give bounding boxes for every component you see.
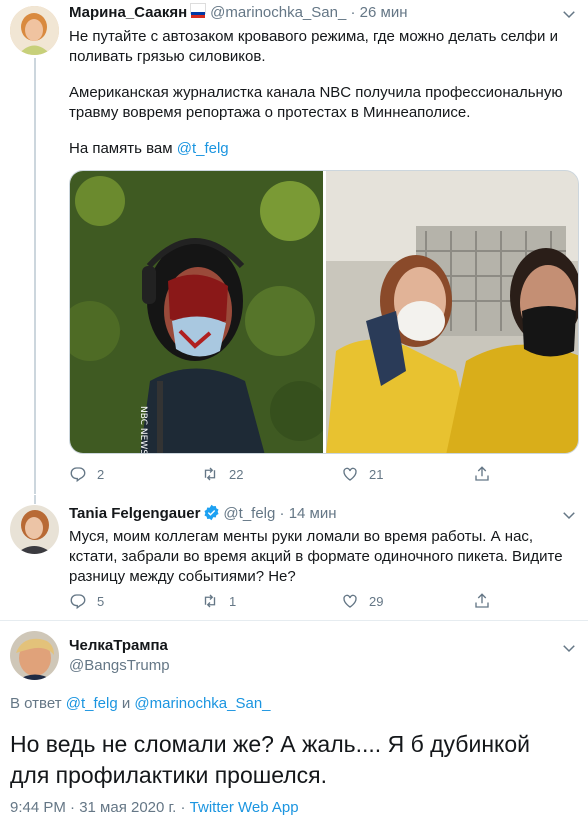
separator-dot: ·: [350, 4, 356, 21]
like-count: 21: [369, 466, 384, 482]
avatar-tania[interactable]: [10, 505, 59, 554]
russia-flag-icon: [190, 3, 207, 18]
like-icon: [343, 467, 357, 481]
photo-selfie-van[interactable]: [326, 171, 578, 453]
like-count: 29: [369, 593, 384, 609]
verified-icon: [203, 504, 220, 521]
retweet-button[interactable]: 22: [201, 465, 243, 483]
avatar-bangstrump[interactable]: [10, 631, 59, 680]
tweet-text-para3: На память вам @t_felg: [69, 139, 569, 159]
avatar-marina[interactable]: [10, 6, 59, 55]
author-name[interactable]: Tania Felgengauer: [69, 505, 200, 522]
reply-count: 5: [97, 593, 105, 609]
like-icon: [343, 594, 357, 608]
retweet-count: 1: [229, 593, 237, 609]
chevron-down-icon[interactable]: [560, 5, 578, 23]
author-handle[interactable]: @marinochka_San_: [210, 4, 346, 21]
author-handle[interactable]: @t_felg: [223, 505, 275, 522]
author-name[interactable]: ЧелкаТрампа: [69, 636, 168, 656]
media-grid: NBC NEWS: [69, 170, 579, 454]
tweet-bangstrump: ЧелкаТрампа @BangsTrump В ответ @t_felg …: [0, 621, 588, 824]
tweet-time[interactable]: 26 мин: [360, 4, 408, 21]
reply-icon: [70, 467, 86, 483]
like-button[interactable]: 21: [341, 465, 383, 483]
share-icon: [475, 593, 489, 608]
reply-mention-marinochka[interactable]: @marinochka_San_: [134, 695, 270, 712]
retweet-icon: [204, 467, 216, 481]
thread-line-top: [34, 495, 36, 504]
retweet-count: 22: [229, 466, 244, 482]
tweet-text-para2: Американская журналистка канала NBC полу…: [69, 84, 563, 121]
tweet-header: Марина_Саакян @marinochka_San_ · 26 мин: [69, 3, 407, 23]
retweet-button[interactable]: 1: [201, 592, 236, 610]
reply-and: и: [117, 695, 135, 712]
tweet-marina[interactable]: Марина_Саакян @marinochka_San_ · 26 мин Н…: [0, 0, 588, 495]
reply-button[interactable]: 2: [69, 465, 104, 483]
tweet-text-para1: Не путайте с автозаком кровавого режима,…: [69, 28, 558, 65]
separator-dot: ·: [279, 505, 285, 522]
tweet-main-text: Но ведь не сломали же? А жаль.... Я б ду…: [10, 731, 530, 788]
share-button[interactable]: [473, 465, 501, 483]
share-button[interactable]: [473, 592, 501, 610]
author-name[interactable]: Марина_Саакян: [69, 4, 187, 21]
tweet-timestamp-line: 9:44 PM · 31 мая 2020 г. · Twitter Web A…: [10, 798, 299, 818]
reply-context: В ответ @t_felg и @marinochka_San_: [10, 694, 271, 714]
like-button[interactable]: 29: [341, 592, 383, 610]
chevron-down-icon[interactable]: [560, 506, 578, 524]
tweet-header: Tania Felgengauer @t_felg · 14 мин: [69, 504, 337, 524]
author-handle[interactable]: @BangsTrump: [69, 656, 170, 676]
retweet-icon: [204, 594, 216, 608]
tweet-time[interactable]: 14 мин: [289, 505, 337, 522]
nbc-badge: NBC NEWS: [138, 406, 148, 454]
tweet-source[interactable]: Twitter Web App: [190, 799, 299, 816]
tweet-text: Муся, моим коллегам менты руки ломали во…: [69, 528, 563, 585]
reply-count: 2: [97, 466, 105, 482]
share-icon: [475, 466, 489, 481]
chevron-down-icon[interactable]: [560, 639, 578, 657]
tweet-actions: 5 1 29: [69, 592, 588, 614]
tweet-actions: 2 22 21: [69, 465, 588, 487]
mention-link[interactable]: @t_felg: [177, 140, 229, 157]
photo-journalist-injured[interactable]: NBC NEWS: [70, 171, 323, 454]
reply-prefix: В ответ: [10, 695, 66, 712]
para3-prefix: На память вам: [69, 140, 177, 157]
tweet-tania[interactable]: Tania Felgengauer @t_felg · 14 мин Муся, …: [0, 495, 588, 620]
reply-icon: [70, 594, 86, 610]
tweet-timestamp[interactable]: 9:44 PM · 31 мая 2020 г. ·: [10, 799, 190, 816]
reply-button[interactable]: 5: [69, 592, 104, 610]
reply-mention-tfelg[interactable]: @t_felg: [66, 695, 118, 712]
thread-line: [34, 58, 36, 494]
